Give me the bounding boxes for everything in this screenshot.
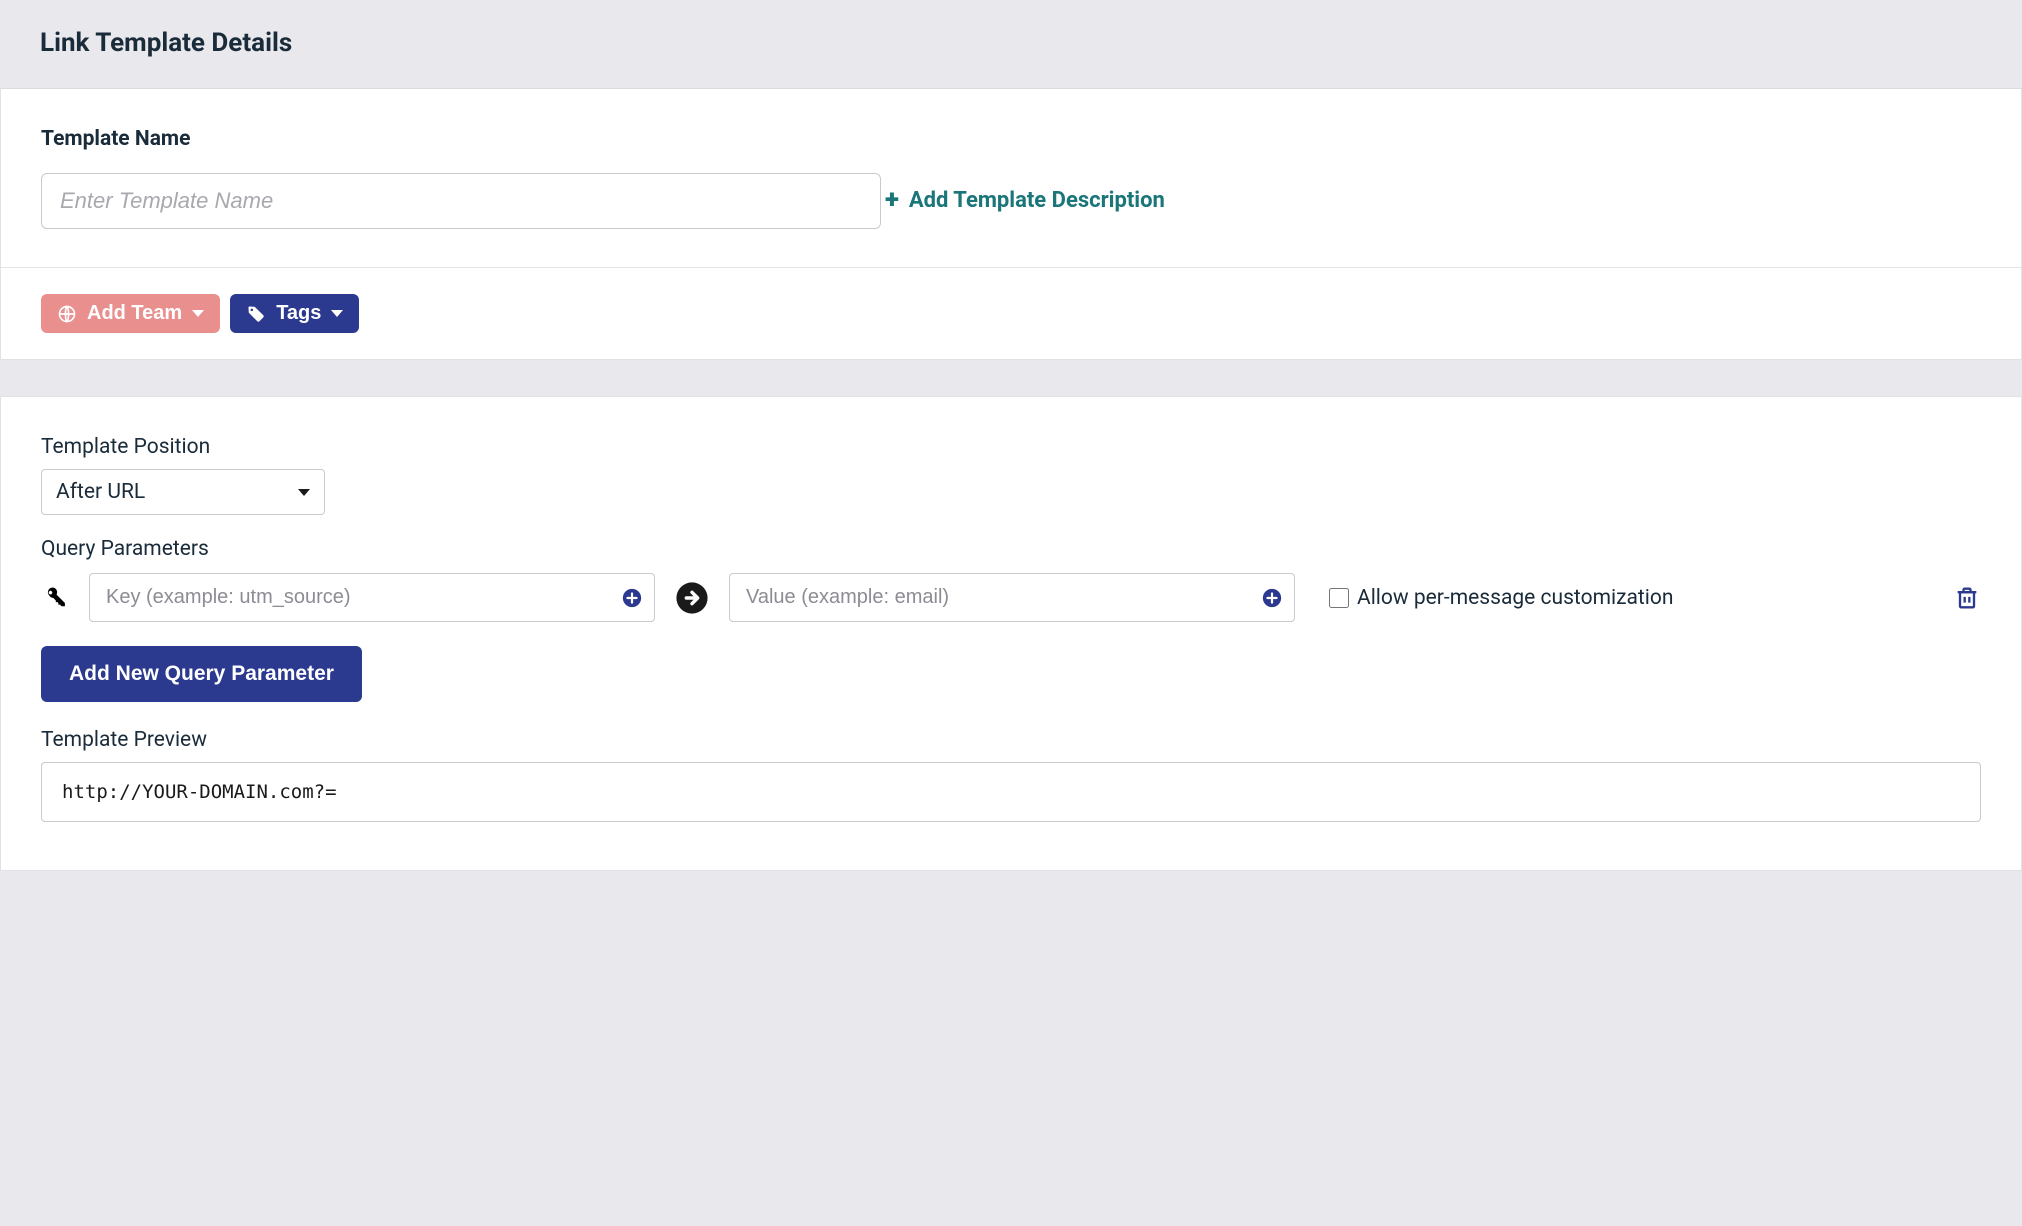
key-input[interactable]: [89, 573, 655, 622]
query-params-label: Query Parameters: [41, 537, 1981, 561]
add-team-button[interactable]: Add Team: [41, 294, 220, 333]
value-input[interactable]: [729, 573, 1295, 622]
plus-icon: +: [885, 187, 899, 213]
allow-custom-checkbox-wrap[interactable]: Allow per-message customization: [1329, 586, 1673, 610]
position-selected: After URL: [56, 480, 145, 504]
position-label: Template Position: [41, 435, 1981, 459]
add-value-icon[interactable]: [1261, 587, 1283, 609]
key-input-wrap: [89, 573, 655, 622]
add-query-param-label: Add New Query Parameter: [69, 662, 334, 686]
tag-icon: [246, 304, 266, 324]
chevron-down-icon: [298, 489, 310, 496]
tags-label: Tags: [276, 302, 321, 325]
delete-row-button[interactable]: [1953, 583, 1981, 613]
globe-icon: [57, 304, 77, 324]
details-panel: Template Name + Add Template Description…: [0, 89, 2022, 360]
template-name-input[interactable]: [41, 173, 881, 229]
meta-button-row: Add Team Tags: [1, 267, 2021, 359]
page-title: Link Template Details: [40, 28, 1982, 58]
tags-button[interactable]: Tags: [230, 294, 359, 333]
template-name-label: Template Name: [41, 127, 1981, 151]
preview-label: Template Preview: [41, 728, 1981, 752]
add-key-icon[interactable]: [621, 587, 643, 609]
position-panel: Template Position After URL Query Parame…: [0, 396, 2022, 871]
add-description-button[interactable]: + Add Template Description: [885, 187, 1165, 213]
value-input-wrap: [729, 573, 1295, 622]
arrow-right-icon: [675, 581, 709, 615]
position-select[interactable]: After URL: [41, 469, 325, 515]
template-name-section: Template Name + Add Template Description: [1, 89, 2021, 267]
preview-value: http://YOUR-DOMAIN.com?=: [62, 781, 337, 803]
key-icon: [41, 584, 69, 612]
chevron-down-icon: [331, 310, 343, 317]
query-param-row: Allow per-message customization: [41, 573, 1981, 622]
chevron-down-icon: [192, 310, 204, 317]
allow-custom-checkbox[interactable]: [1329, 588, 1349, 608]
page-header: Link Template Details: [0, 0, 2022, 89]
add-description-label: Add Template Description: [909, 188, 1165, 213]
add-query-param-button[interactable]: Add New Query Parameter: [41, 646, 362, 702]
allow-custom-label: Allow per-message customization: [1357, 586, 1673, 610]
preview-output: http://YOUR-DOMAIN.com?=: [41, 762, 1981, 822]
add-team-label: Add Team: [87, 302, 182, 325]
